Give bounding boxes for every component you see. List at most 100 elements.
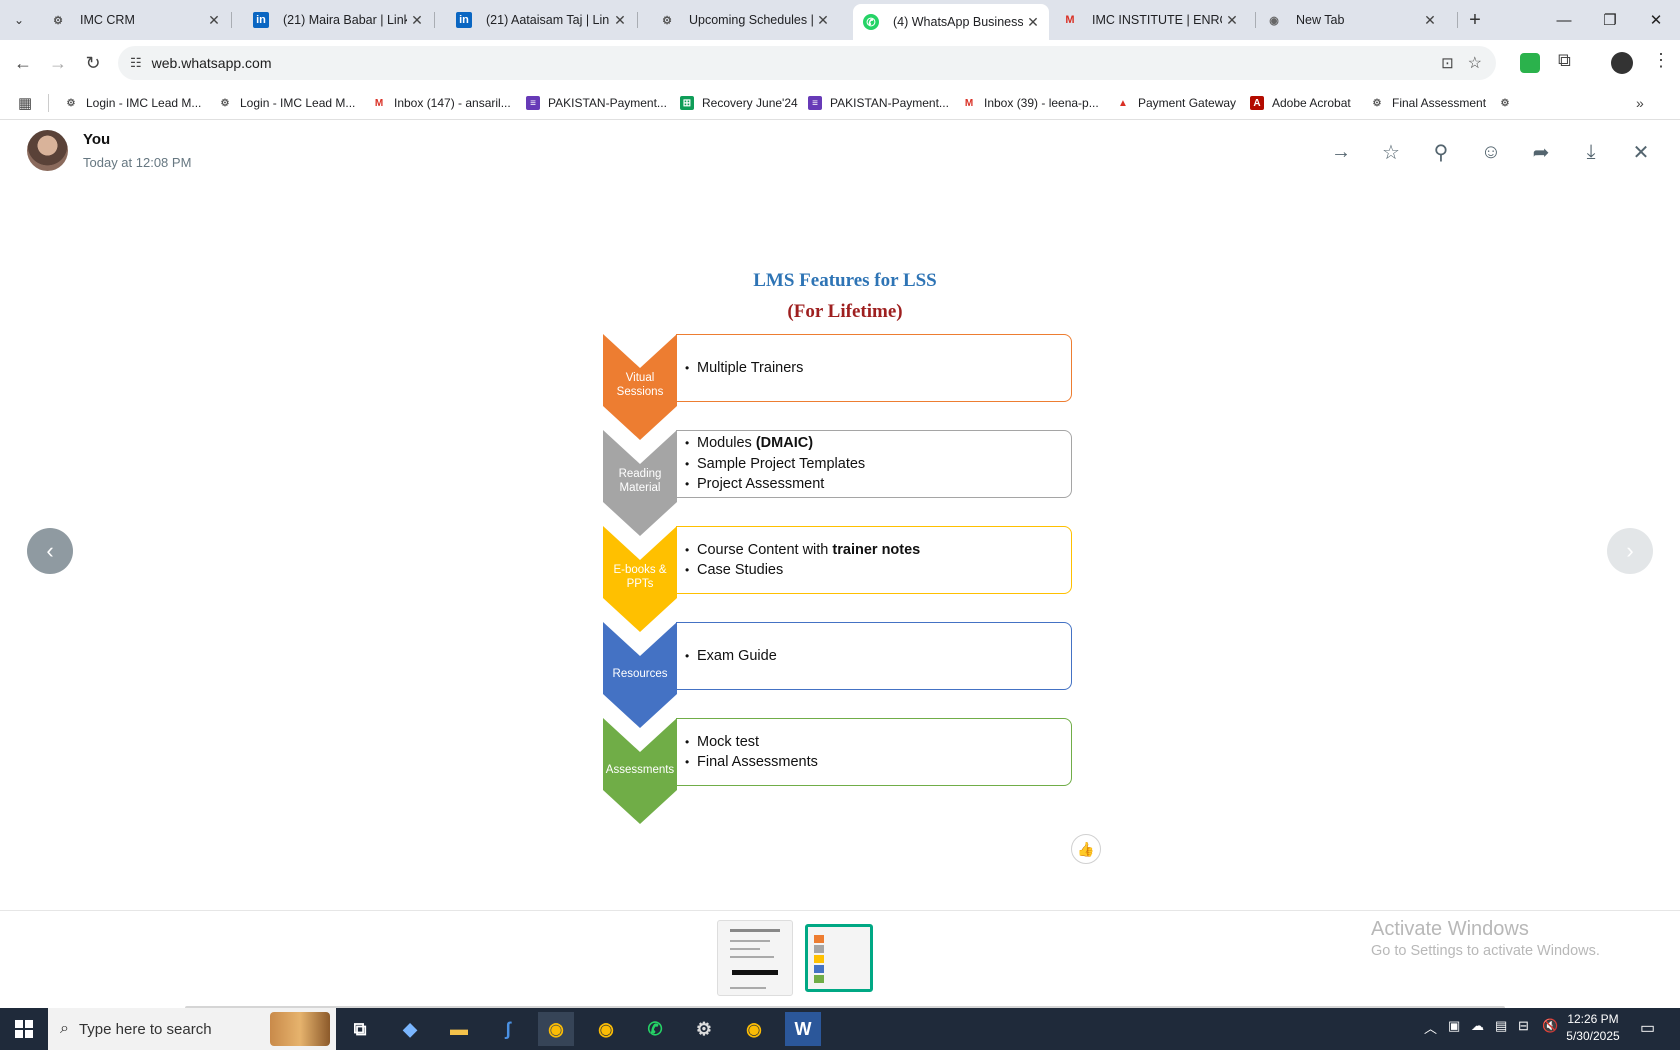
star-icon[interactable]: ☆: [1376, 137, 1406, 167]
pin-icon[interactable]: ⚲: [1426, 137, 1456, 167]
forward-arrow-icon[interactable]: →: [43, 48, 73, 78]
extensions-puzzle-icon[interactable]: ⧉: [1558, 50, 1571, 71]
chrome-icon[interactable]: ◉: [588, 1012, 624, 1046]
reload-icon[interactable]: ↻: [78, 48, 108, 78]
bookmark-item[interactable]: M Inbox (39) - leena-p...: [962, 91, 1099, 115]
adobe-acrobat-icon: A: [1250, 96, 1264, 110]
back-arrow-icon[interactable]: ←: [8, 48, 38, 78]
crm-favicon-icon: ⚙: [1372, 97, 1382, 109]
bullet-item: • Sample Project Templates: [685, 455, 866, 472]
close-icon[interactable]: ✕: [1420, 12, 1440, 29]
close-window-icon[interactable]: ✕: [1633, 0, 1679, 40]
tab-upcoming-schedules[interactable]: ⚙ Upcoming Schedules | IMC ✕: [649, 0, 839, 40]
close-viewer-icon[interactable]: ✕: [1626, 137, 1656, 167]
sender-name: You: [83, 131, 111, 148]
search-icon: ⌕: [60, 1020, 69, 1037]
bookmark-item[interactable]: ≡ PAKISTAN-Payment...: [526, 91, 667, 115]
word-icon[interactable]: W: [785, 1012, 821, 1046]
section-label: E-books & PPTs: [613, 564, 667, 590]
close-icon[interactable]: ✕: [407, 12, 427, 29]
bookmark-item[interactable]: ⊞ Recovery June'24: [680, 91, 798, 115]
install-app-icon[interactable]: ⊡: [1441, 54, 1454, 72]
close-icon[interactable]: ✕: [813, 12, 833, 29]
forward-icon[interactable]: ➦: [1526, 137, 1556, 167]
tab-linkedin-maira[interactable]: in (21) Maira Babar | LinkedIn ✕: [243, 0, 433, 40]
pinned-app-icon[interactable]: ⚙: [686, 1012, 722, 1046]
linkedin-icon: in: [456, 12, 472, 28]
tray-icon[interactable]: ▤: [1495, 1018, 1507, 1034]
bookmarks-overflow-chevron-icon[interactable]: »: [1636, 91, 1644, 115]
bookmark-item[interactable]: ▲ Payment Gateway: [1116, 91, 1236, 115]
task-view-icon[interactable]: ⧉: [342, 1012, 378, 1046]
notification-center-icon[interactable]: ▭: [1640, 1018, 1655, 1038]
chrome-icon[interactable]: ◉: [736, 1012, 772, 1046]
taskbar-clock[interactable]: 12:26 PM 5/30/2025: [1548, 1011, 1638, 1045]
bullet-item: • Project Assessment: [685, 476, 825, 493]
tab-search-chevron-icon[interactable]: ⌄: [6, 8, 32, 32]
bookmark-item[interactable]: ⚙ Login - IMC Lead M...: [64, 91, 202, 115]
feature-box: • Modules (DMAIC) • Sample Project Templat…: [676, 430, 1072, 498]
linkedin-icon: in: [253, 12, 269, 28]
pinned-app-icon[interactable]: ʃ: [490, 1012, 526, 1046]
copilot-icon[interactable]: ◆: [392, 1012, 428, 1046]
sheets-icon: ⊞: [680, 96, 694, 110]
bullet-item: • Course Content with trainer notes: [685, 541, 921, 558]
show-hidden-icons-chevron-icon[interactable]: ︿: [1424, 1018, 1437, 1037]
gmail-icon: M: [1065, 14, 1075, 26]
more-menu-icon[interactable]: ⋮: [1652, 50, 1670, 71]
bookmark-item[interactable]: M Inbox (147) - ansaril...: [372, 91, 511, 115]
extension-green-icon[interactable]: [1520, 53, 1540, 73]
download-icon[interactable]: ⤓: [1576, 137, 1606, 167]
bookmark-item[interactable]: ⚙ Final Assessment: [1370, 91, 1487, 115]
previous-media-chevron-icon[interactable]: ‹: [27, 528, 73, 574]
close-icon[interactable]: ✕: [1222, 12, 1242, 29]
tab-whatsapp-business[interactable]: ✆ (4) WhatsApp Business ✕: [853, 4, 1049, 40]
close-icon[interactable]: ✕: [610, 12, 630, 29]
address-bar[interactable]: ☷ web.whatsapp.com ⊡ ☆: [118, 46, 1496, 80]
bullet-item: • Case Studies: [685, 562, 784, 578]
tab-new-tab[interactable]: ◉ New Tab ✕: [1256, 0, 1446, 40]
network-icon[interactable]: ⊟: [1518, 1018, 1529, 1034]
minimize-window-icon[interactable]: —: [1541, 0, 1587, 40]
bookmark-item[interactable]: ⚙ Login - IMC Lead M...: [218, 91, 356, 115]
onedrive-icon[interactable]: ☁: [1471, 1018, 1484, 1034]
bookmark-item[interactable]: ⚙: [1498, 91, 1520, 115]
chrome-icon: ◉: [1269, 14, 1279, 27]
avatar[interactable]: [27, 130, 68, 171]
tab-linkedin-aataisam[interactable]: in (21) Aataisam Taj | LinkedIn ✕: [446, 0, 636, 40]
apps-grid-icon[interactable]: ▦: [18, 91, 32, 115]
media-thumbnail[interactable]: [717, 920, 793, 996]
whatsapp-icon[interactable]: ✆: [637, 1012, 673, 1046]
chrome-icon[interactable]: ◉: [538, 1012, 574, 1046]
search-highlight-image: [270, 1012, 330, 1046]
media-thumbnail-selected[interactable]: [805, 924, 873, 992]
crm-favicon-icon: ⚙: [220, 97, 230, 109]
close-icon[interactable]: ✕: [204, 12, 224, 29]
thumbs-up-reaction-icon[interactable]: 👍: [1071, 834, 1101, 864]
bookmark-item[interactable]: A Adobe Acrobat: [1250, 91, 1351, 115]
go-to-message-arrow-icon[interactable]: →: [1326, 137, 1356, 167]
forms-icon: ≡: [526, 96, 540, 110]
site-info-icon[interactable]: ☷: [130, 55, 142, 71]
new-tab-plus-icon[interactable]: +: [1462, 8, 1488, 32]
restore-window-icon[interactable]: ❐: [1587, 0, 1633, 40]
profile-avatar-icon[interactable]: [1611, 52, 1633, 74]
tab-imc-crm[interactable]: ⚙ IMC CRM ✕: [40, 0, 230, 40]
crm-favicon-icon: ⚙: [1500, 97, 1510, 109]
taskbar-search-input[interactable]: ⌕ Type here to search: [48, 1008, 336, 1050]
crm-favicon-icon: ⚙: [53, 14, 63, 27]
bookmark-item[interactable]: ≡ PAKISTAN-Payment...: [808, 91, 949, 115]
close-icon[interactable]: ✕: [1023, 14, 1043, 31]
gmail-icon: M: [374, 97, 384, 109]
file-explorer-icon[interactable]: ▬: [441, 1012, 477, 1046]
media-strip-divider: [0, 910, 1680, 911]
activate-windows-subtitle: Go to Settings to activate Windows.: [1371, 943, 1600, 959]
bookmark-star-icon[interactable]: ☆: [1468, 53, 1482, 73]
windows-start-icon[interactable]: [0, 1008, 48, 1050]
tray-meet-icon[interactable]: ▣: [1448, 1018, 1460, 1034]
next-media-chevron-icon[interactable]: ›: [1607, 528, 1653, 574]
sent-time: Today at 12:08 PM: [83, 155, 192, 170]
react-emoji-icon[interactable]: ☺: [1476, 137, 1506, 167]
payment-gateway-icon: ▲: [1118, 97, 1128, 109]
tab-imc-institute[interactable]: M IMC INSTITUTE | ENROLL ✕: [1052, 0, 1248, 40]
